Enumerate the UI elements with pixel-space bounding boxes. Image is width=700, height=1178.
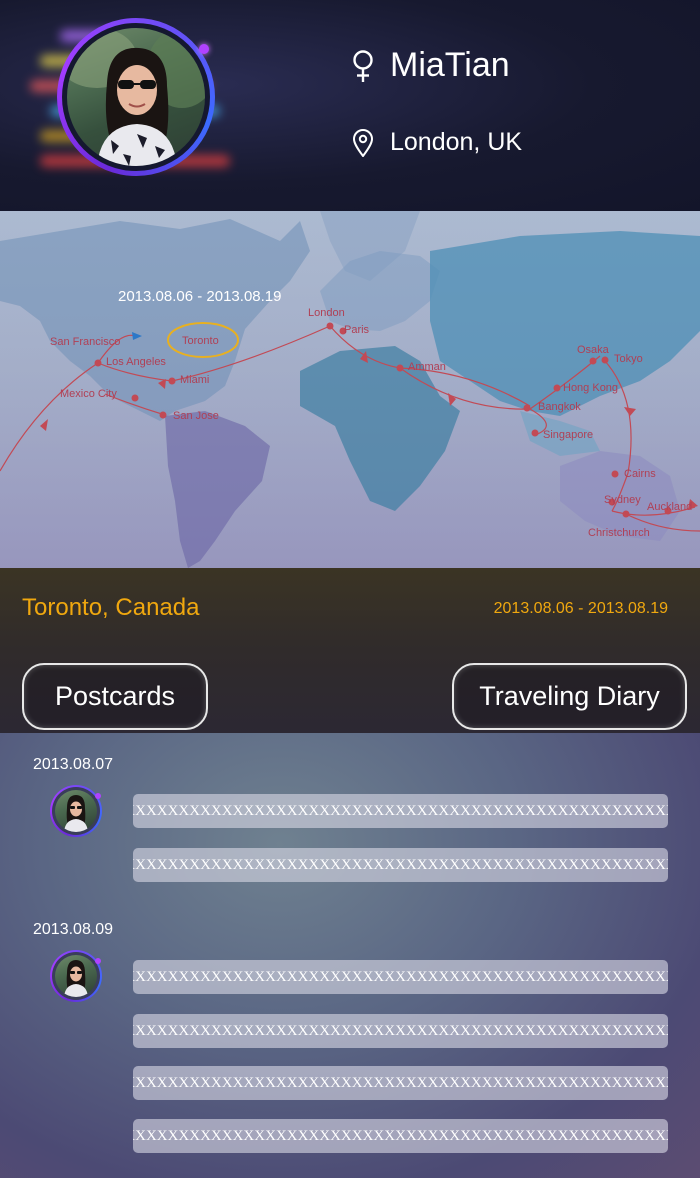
tab-postcards[interactable]: Postcards xyxy=(22,663,208,730)
diary-entry[interactable]: XXXXXXXXXXXXXXXXXXXXXXXXXXXXXXXXXXXXXXXX… xyxy=(133,848,668,882)
diary-avatar[interactable] xyxy=(50,785,102,837)
svg-text:Bangkok: Bangkok xyxy=(538,401,581,413)
svg-text:Osaka: Osaka xyxy=(577,344,610,356)
svg-text:Amman: Amman xyxy=(408,361,446,373)
svg-text:Mexico City: Mexico City xyxy=(60,388,117,400)
svg-text:Auckland: Auckland xyxy=(647,501,692,513)
diary-entry[interactable]: XXXXXXXXXXXXXXXXXXXXXXXXXXXXXXXXXXXXXXXX… xyxy=(133,1119,668,1153)
diary-entry[interactable]: XXXXXXXXXXXXXXXXXXXXXXXXXXXXXXXXXXXXXXXX… xyxy=(133,960,668,994)
diary-entry[interactable]: XXXXXXXXXXXXXXXXXXXXXXXXXXXXXXXXXXXXXXXX… xyxy=(133,794,668,828)
travel-map[interactable]: San Francisco Toronto Los Angeles Miami … xyxy=(0,211,700,568)
trip-city: Toronto, Canada xyxy=(22,594,200,621)
svg-text:Hong Kong: Hong Kong xyxy=(563,382,618,394)
profile-photo xyxy=(67,28,205,166)
diary-entry[interactable]: XXXXXXXXXXXXXXXXXXXXXXXXXXXXXXXXXXXXXXXX… xyxy=(133,1014,668,1048)
profile-header: MiaTian London, UK xyxy=(0,0,700,211)
diary-date: 2013.08.09 xyxy=(33,921,114,938)
map-trip-dates: 2013.08.06 - 2013.08.19 xyxy=(118,288,282,305)
svg-text:Toronto: Toronto xyxy=(182,335,219,347)
avatar-photo-icon xyxy=(64,960,88,997)
tab-traveling-diary[interactable]: Traveling Diary xyxy=(452,663,687,730)
svg-text:Christchurch: Christchurch xyxy=(588,527,650,539)
avatar-photo-icon xyxy=(64,795,88,832)
svg-text:Singapore: Singapore xyxy=(543,429,593,441)
trip-date-range: 2013.08.06 - 2013.08.19 xyxy=(493,600,668,617)
profile-name: MiaTian xyxy=(390,46,510,84)
svg-text:San Francisco: San Francisco xyxy=(50,336,120,348)
svg-text:San Jose: San Jose xyxy=(173,410,219,422)
svg-text:Paris: Paris xyxy=(344,324,370,336)
svg-text:Sydney: Sydney xyxy=(604,494,641,506)
profile-avatar[interactable] xyxy=(57,18,215,176)
map-pin-icon xyxy=(352,128,374,157)
profile-location: London, UK xyxy=(390,128,523,156)
diary-feed[interactable]: 2013.08.07 XXXXXXXXXXXXXXXXXXXXXXXXXXXXX… xyxy=(0,733,700,1178)
diary-avatar[interactable] xyxy=(50,950,102,1002)
svg-text:Miami: Miami xyxy=(180,374,209,386)
svg-text:Cairns: Cairns xyxy=(624,468,656,480)
diary-entry[interactable]: XXXXXXXXXXXXXXXXXXXXXXXXXXXXXXXXXXXXXXXX… xyxy=(133,1066,668,1100)
diary-date: 2013.08.07 xyxy=(33,756,114,773)
svg-text:London: London xyxy=(308,307,345,319)
svg-text:Tokyo: Tokyo xyxy=(614,353,643,365)
female-symbol-icon xyxy=(353,49,373,82)
svg-text:Los Angeles: Los Angeles xyxy=(106,356,166,368)
trip-info-panel: Toronto, Canada 2013.08.06 - 2013.08.19 … xyxy=(0,568,700,733)
